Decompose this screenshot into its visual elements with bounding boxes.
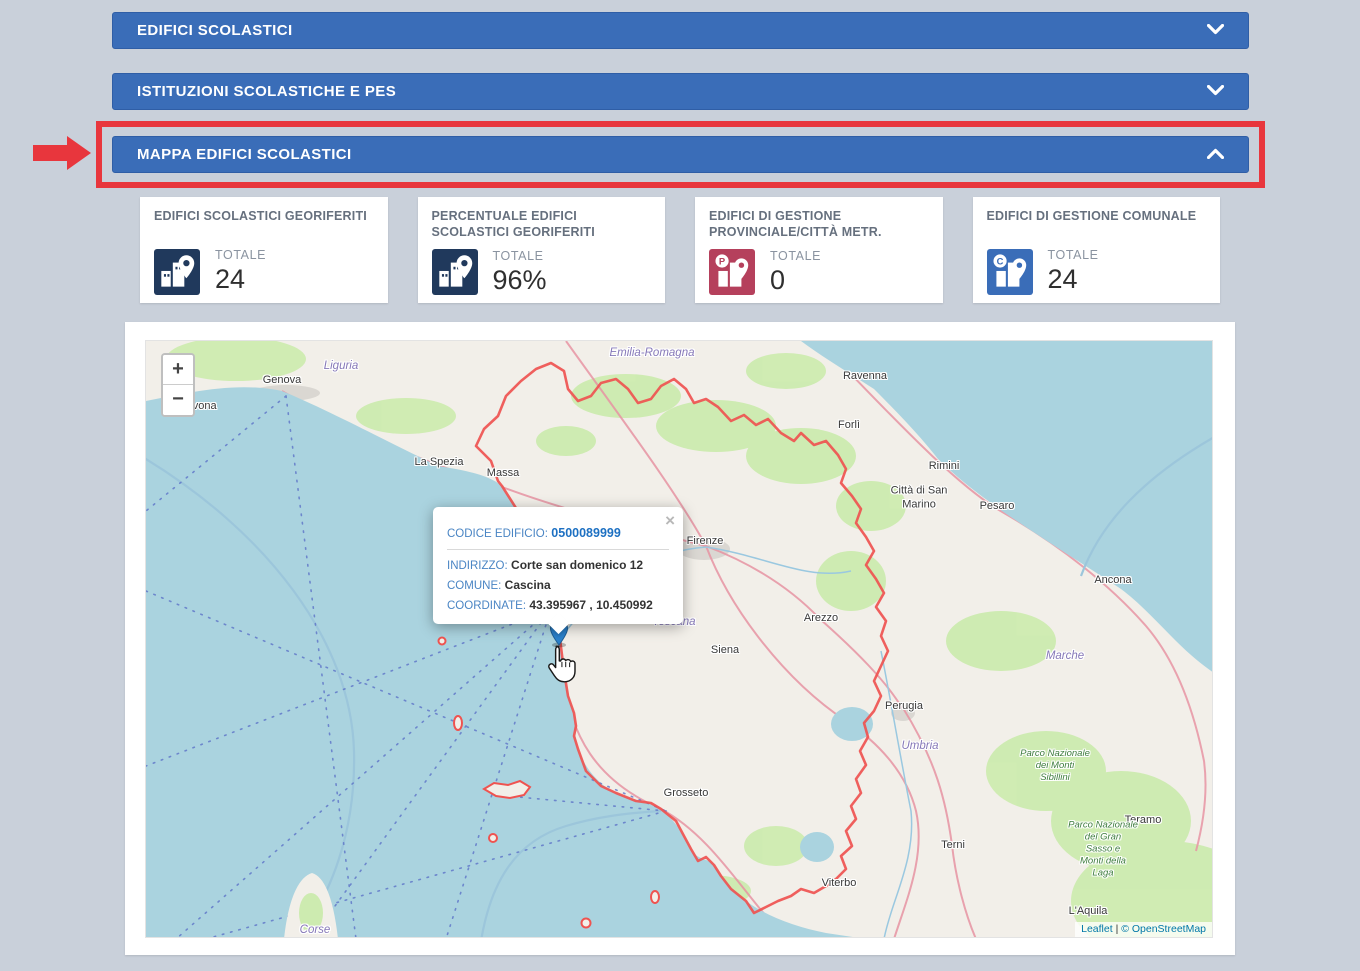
zoom-out-button[interactable]: − (163, 385, 193, 415)
map-canvas[interactable]: GenovaSavonaLiguriaEmilia-RomagnaRavenna… (145, 340, 1213, 938)
popup-close-icon[interactable]: × (665, 512, 675, 529)
stat-card-percentuale-georiferiti: PERCENTUALE EDIFICI SCOLASTICI GEORIFERI… (418, 197, 666, 303)
map-popup: × CODICE EDIFICIO: 0500089999 INDIRIZZO:… (433, 507, 683, 624)
zoom-control: + − (161, 353, 195, 417)
stat-value: 0 (770, 265, 821, 296)
chevron-down-icon (1207, 22, 1224, 40)
accordion-edifici-scolastici[interactable]: EDIFICI SCOLASTICI (112, 12, 1249, 49)
accordion-istituzioni-scolastiche[interactable]: ISTITUZIONI SCOLASTICHE E PES (112, 73, 1249, 110)
popup-divider (447, 549, 669, 550)
stat-title: PERCENTUALE EDIFICI SCOLASTICI GEORIFERI… (432, 208, 652, 241)
accordion-label: ISTITUZIONI SCOLASTICHE E PES (137, 83, 396, 100)
stat-card-gestione-provinciale: EDIFICI DI GESTIONE PROVINCIALE/CITTÀ ME… (695, 197, 943, 303)
stat-title: EDIFICI SCOLASTICI GEORIFERITI (154, 208, 374, 240)
building-map-marker-icon (154, 249, 200, 295)
popup-row-coordinate: COORDINATE: 43.395967 , 10.450992 (447, 598, 669, 612)
accordion-label: MAPPA EDIFICI SCOLASTICI (137, 146, 352, 163)
leaflet-link[interactable]: Leaflet (1081, 923, 1113, 935)
stats-row: EDIFICI SCOLASTICI GEORIFERITI TOTALE 24… (140, 197, 1220, 303)
zoom-in-button[interactable]: + (163, 355, 193, 385)
chevron-down-icon (1207, 83, 1224, 101)
popup-row-indirizzo: INDIRIZZO: Corte san domenico 12 (447, 558, 669, 572)
stat-value: 24 (215, 264, 266, 295)
codice-edificio-link[interactable]: 0500089999 (551, 526, 621, 540)
map-attribution: Leaflet | © OpenStreetMap (1075, 922, 1212, 937)
map-tiles (146, 341, 1213, 938)
chevron-up-icon (1207, 146, 1224, 164)
stat-value: 96% (493, 265, 547, 296)
popup-row-comune: COMUNE: Cascina (447, 578, 669, 592)
building-marker-gear-p-icon: P (709, 249, 755, 295)
annotation-arrow-icon (33, 136, 91, 170)
stat-value: 24 (1048, 264, 1099, 295)
stat-card-gestione-comunale: EDIFICI DI GESTIONE COMUNALE C TOTALE 24 (973, 197, 1221, 303)
stat-total-label: TOTALE (493, 249, 547, 263)
svg-text:P: P (719, 255, 725, 266)
openstreetmap-link[interactable]: © OpenStreetMap (1121, 923, 1206, 935)
stat-card-georiferiti: EDIFICI SCOLASTICI GEORIFERITI TOTALE 24 (140, 197, 388, 303)
stat-title: EDIFICI DI GESTIONE PROVINCIALE/CITTÀ ME… (709, 208, 929, 241)
stat-total-label: TOTALE (1048, 248, 1099, 262)
stat-total-label: TOTALE (215, 248, 266, 262)
svg-text:C: C (996, 255, 1003, 266)
popup-row-codice: CODICE EDIFICIO: 0500089999 (447, 526, 669, 540)
codice-label: CODICE EDIFICIO: (447, 528, 548, 540)
building-map-marker-icon (432, 249, 478, 295)
map-card: GenovaSavonaLiguriaEmilia-RomagnaRavenna… (125, 322, 1235, 955)
stat-title: EDIFICI DI GESTIONE COMUNALE (987, 208, 1207, 240)
accordion-mappa-edifici-scolastici[interactable]: MAPPA EDIFICI SCOLASTICI (112, 136, 1249, 173)
stat-total-label: TOTALE (770, 249, 821, 263)
accordion-label: EDIFICI SCOLASTICI (137, 22, 293, 39)
building-marker-gear-c-icon: C (987, 249, 1033, 295)
